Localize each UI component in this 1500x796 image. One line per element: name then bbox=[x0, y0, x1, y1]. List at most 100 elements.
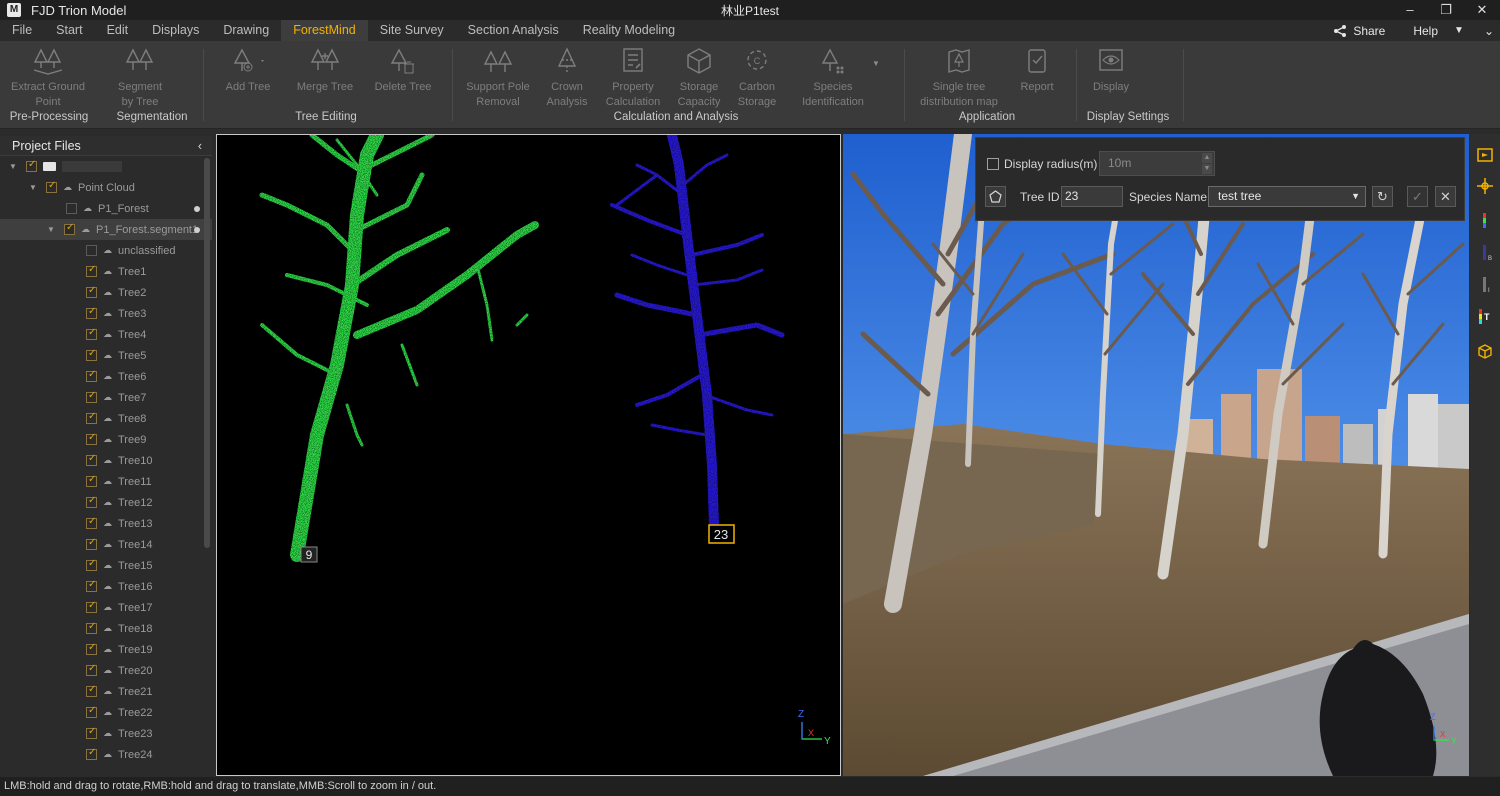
species-dropdown-icon[interactable]: ▼ bbox=[872, 59, 880, 68]
checkbox[interactable] bbox=[86, 432, 97, 445]
tree-node[interactable]: ☁ Tree20 bbox=[0, 660, 212, 681]
visibility-dot[interactable] bbox=[194, 226, 200, 233]
menu-forestmind[interactable]: ForestMind bbox=[281, 20, 368, 41]
report-button[interactable]: Report bbox=[1014, 46, 1060, 95]
menu-section-analysis[interactable]: Section Analysis bbox=[456, 20, 571, 41]
elevation-color-icon[interactable]: T bbox=[1476, 308, 1494, 326]
minimize-button[interactable]: – bbox=[1392, 0, 1428, 20]
tree-id-input[interactable]: 23 bbox=[1061, 186, 1123, 207]
menu-file[interactable]: File bbox=[0, 20, 44, 41]
checkbox[interactable] bbox=[86, 642, 97, 655]
checkbox[interactable] bbox=[66, 203, 77, 214]
checkbox[interactable] bbox=[86, 369, 97, 382]
checkbox[interactable] bbox=[86, 474, 97, 487]
reset-button[interactable]: ↻ bbox=[1372, 186, 1393, 207]
checkbox[interactable] bbox=[86, 558, 97, 571]
species-name-select[interactable]: test tree ▼ bbox=[1208, 186, 1366, 207]
tree-node[interactable]: ☁ Tree21 bbox=[0, 681, 212, 702]
confirm-button[interactable]: ✓ bbox=[1407, 186, 1428, 207]
tree-node[interactable]: ☁ Tree17 bbox=[0, 597, 212, 618]
spin-up-icon[interactable]: ▲ bbox=[1202, 153, 1212, 163]
tree-node[interactable]: ☁ Tree8 bbox=[0, 408, 212, 429]
tree-node[interactable]: ☁ unclassified bbox=[0, 240, 212, 261]
checkbox[interactable] bbox=[86, 621, 97, 634]
tree-node[interactable]: ☁ Tree7 bbox=[0, 387, 212, 408]
help-menu[interactable]: Help bbox=[1413, 24, 1438, 38]
checkbox[interactable] bbox=[86, 453, 97, 466]
tree-node[interactable]: ☁ Tree9 bbox=[0, 429, 212, 450]
tree-node[interactable]: ☁ Tree12 bbox=[0, 492, 212, 513]
tree-node[interactable]: ☁ Tree2 bbox=[0, 282, 212, 303]
pin-tree-button[interactable] bbox=[985, 186, 1006, 207]
restore-button[interactable]: ❐ bbox=[1428, 0, 1464, 20]
tree-node[interactable]: ☁ P1_Forest bbox=[0, 198, 212, 219]
menu-site-survey[interactable]: Site Survey bbox=[368, 20, 456, 41]
carbon-storage-button[interactable]: C Carbon Storage bbox=[730, 46, 784, 110]
checkbox[interactable] bbox=[86, 306, 97, 319]
segment-by-tree-button[interactable]: Segment by Tree bbox=[108, 46, 172, 110]
checkbox[interactable] bbox=[86, 285, 97, 298]
checkbox[interactable] bbox=[86, 495, 97, 508]
share-button[interactable]: Share bbox=[1333, 24, 1385, 38]
tree-node[interactable]: ☁ Tree19 bbox=[0, 639, 212, 660]
checkbox[interactable] bbox=[86, 537, 97, 550]
checkbox[interactable] bbox=[86, 600, 97, 613]
intensity-icon[interactable]: I bbox=[1476, 276, 1494, 294]
collapse-ribbon-icon[interactable]: ⌄ bbox=[1484, 24, 1494, 38]
display-radius-spinbox[interactable]: 10m ▲ ▼ bbox=[1099, 151, 1215, 176]
tree-node[interactable]: ☁ Tree22 bbox=[0, 702, 212, 723]
tree-node[interactable]: ☁ Tree14 bbox=[0, 534, 212, 555]
tree-node[interactable]: ☁ Tree16 bbox=[0, 576, 212, 597]
display-button[interactable]: Display bbox=[1086, 46, 1136, 95]
checkbox[interactable] bbox=[64, 222, 75, 235]
expand-icon[interactable]: ▼ bbox=[46, 225, 56, 234]
orbit-icon[interactable] bbox=[1476, 177, 1494, 195]
expand-icon[interactable]: ▼ bbox=[8, 162, 18, 171]
add-tree-button[interactable]: Add Tree bbox=[218, 46, 278, 95]
tree-node[interactable]: ☁ Tree3 bbox=[0, 303, 212, 324]
species-identification-button[interactable]: Species Identification bbox=[794, 46, 872, 110]
tree-node[interactable]: ☁ Tree11 bbox=[0, 471, 212, 492]
rgb-color-icon[interactable] bbox=[1476, 212, 1494, 230]
tree-node[interactable]: ☁ Tree23 bbox=[0, 723, 212, 744]
tree-node[interactable]: ☁ Tree18 bbox=[0, 618, 212, 639]
checkbox[interactable] bbox=[86, 327, 97, 340]
menu-displays[interactable]: Displays bbox=[140, 20, 211, 41]
point-cloud-viewport[interactable]: 9 23 Z X Y bbox=[216, 128, 841, 776]
tree-node-project[interactable]: ▼ bbox=[0, 156, 212, 177]
panorama-viewport[interactable]: Z X Y bbox=[843, 134, 1469, 776]
display-radius-checkbox[interactable] bbox=[987, 158, 999, 170]
tree-node[interactable]: ☁ Tree13 bbox=[0, 513, 212, 534]
checkbox[interactable] bbox=[46, 180, 57, 193]
box-view-icon[interactable] bbox=[1476, 342, 1494, 360]
tree-node[interactable]: ▼ ☁ P1_Forest.segment1 bbox=[0, 219, 212, 240]
extract-ground-point-button[interactable]: Extract Ground Point bbox=[8, 46, 88, 110]
color-bar-b-icon[interactable]: B bbox=[1476, 244, 1494, 262]
close-button[interactable]: ✕ bbox=[1464, 0, 1500, 20]
sidebar-scrollbar[interactable] bbox=[204, 158, 210, 548]
checkbox[interactable] bbox=[86, 684, 97, 697]
checkbox[interactable] bbox=[86, 663, 97, 676]
delete-tree-button[interactable]: Delete Tree bbox=[370, 46, 436, 95]
support-pole-removal-button[interactable]: Support Pole Removal bbox=[460, 46, 536, 110]
expand-icon[interactable]: ▼ bbox=[28, 183, 38, 192]
point-cloud-canvas[interactable]: 9 23 Z X Y bbox=[217, 128, 840, 775]
cancel-button[interactable]: ✕ bbox=[1435, 186, 1456, 207]
panorama-mode-icon[interactable] bbox=[1476, 146, 1494, 164]
tree-node-point-cloud[interactable]: ▼ ☁ Point Cloud bbox=[0, 177, 212, 198]
visibility-dot[interactable] bbox=[194, 205, 200, 212]
tree-node[interactable]: ☁ Tree1 bbox=[0, 261, 212, 282]
checkbox[interactable] bbox=[86, 579, 97, 592]
merge-tree-button[interactable]: Merge Tree bbox=[292, 46, 358, 95]
tree-node[interactable]: ☁ Tree24 bbox=[0, 744, 212, 765]
checkbox[interactable] bbox=[86, 390, 97, 403]
menu-reality-modeling[interactable]: Reality Modeling bbox=[571, 20, 687, 41]
checkbox[interactable] bbox=[86, 245, 97, 256]
tree-node[interactable]: ☁ Tree15 bbox=[0, 555, 212, 576]
menu-start[interactable]: Start bbox=[44, 20, 94, 41]
checkbox[interactable] bbox=[86, 747, 97, 760]
panorama-image[interactable]: Z X Y bbox=[843, 134, 1469, 776]
tree-node[interactable]: ☁ Tree5 bbox=[0, 345, 212, 366]
checkbox[interactable] bbox=[86, 264, 97, 277]
tree-node[interactable]: ☁ Tree4 bbox=[0, 324, 212, 345]
